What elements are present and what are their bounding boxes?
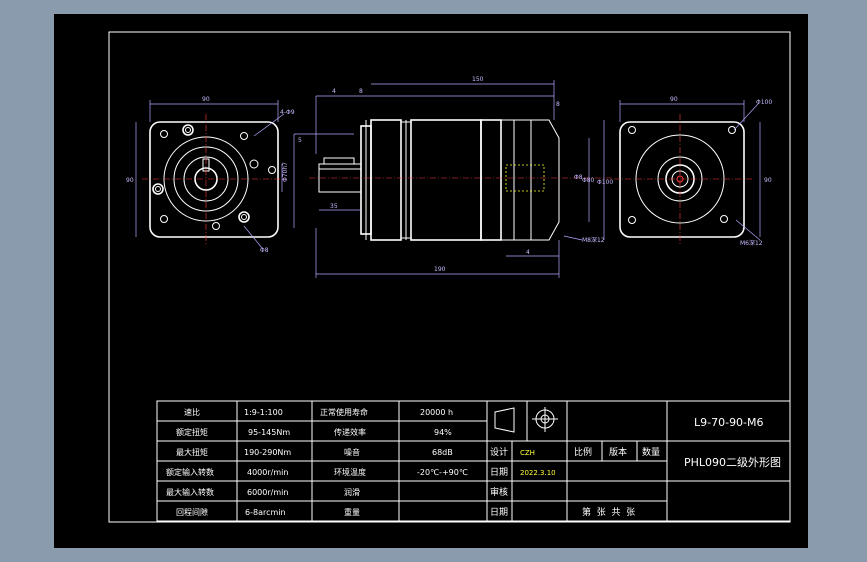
front-height-dim: 90: [126, 177, 134, 184]
spec-label: 回程间隙: [176, 507, 208, 517]
spec-label: 速比: [184, 407, 200, 417]
rear-width-dim: 90: [670, 96, 678, 103]
drawing-sheet: 90 90 4-Φ9 Φ8 4 8 150 8 35 5 Φ70h7 Φ8 Φ8…: [54, 14, 808, 548]
side-key-dim: 5: [298, 137, 302, 144]
side-view: 4 8 150 8 35 5 Φ70h7 Φ8 Φ80 Φ100 190 4 M…: [281, 76, 614, 278]
rear-hole-dim: Φ100: [756, 99, 772, 106]
designer-value: CZH: [520, 449, 535, 457]
date-value: 2022.3.10: [520, 469, 556, 477]
front-width-dim: 90: [202, 96, 210, 103]
side-total-dim: 150: [472, 76, 484, 83]
sheet-text: 第 张 共 张: [582, 506, 635, 518]
spec-label: 润滑: [344, 487, 360, 497]
scale-label: 比例: [574, 446, 592, 458]
spec-value: 1:9-1:100: [244, 408, 283, 417]
side-d7-dim: 4: [526, 249, 530, 256]
side-d3-dim: 8: [556, 101, 560, 108]
spec-value: 6000r/min: [247, 488, 288, 497]
spec-label: 最大扭矩: [176, 447, 208, 457]
side-depth-dim: M8深12: [582, 236, 605, 244]
spec-value: 6-8arcmin: [245, 508, 286, 517]
title-block: L9-70-90-M6 PHL090二级外形图 设计 CZH 比例 版本 数量 …: [486, 400, 791, 522]
front-circle-dim: Φ8: [260, 247, 269, 254]
spec-label: 最大输入转数: [166, 487, 214, 497]
spec-label: 环境温度: [334, 467, 366, 477]
spec-value: 68dB: [432, 448, 453, 457]
side-d5-dim: Φ80: [582, 177, 595, 184]
quantity-label: 数量: [642, 446, 660, 458]
drawing-name: PHL090二级外形图: [684, 456, 781, 469]
spec-value: 20000 h: [420, 408, 453, 417]
side-bore-dim: Φ70h7: [282, 162, 289, 182]
rear-height-dim: 90: [764, 177, 772, 184]
spec-value: 94%: [434, 428, 452, 437]
spec-value: 95-145Nm: [248, 428, 290, 437]
review-label: 审核: [490, 486, 508, 498]
date2-label: 日期: [490, 507, 508, 518]
side-shaft-dim: 35: [330, 203, 338, 210]
front-view: 90 90 4-Φ9 Φ8: [126, 96, 295, 254]
version-label: 版本: [609, 446, 627, 458]
spec-label: 额定输入转数: [166, 467, 214, 477]
rear-view: 90 Φ100 M6深12 90: [614, 96, 772, 247]
spec-value: -20℃-+90℃: [417, 468, 468, 477]
spec-label: 额定扭矩: [176, 427, 208, 437]
rear-depth-dim: M6深12: [740, 239, 763, 247]
spec-value: 4000r/min: [247, 468, 288, 477]
spec-table: 速比 1:9-1:100 正常使用寿命 20000 h 额定扭矩 95-145N…: [156, 400, 488, 522]
spec-label: 传递效率: [334, 427, 366, 437]
engineering-drawing: 90 90 4-Φ9 Φ8 4 8 150 8 35 5 Φ70h7 Φ8 Φ8…: [108, 31, 791, 523]
date-label: 日期: [490, 467, 508, 478]
spec-label: 正常使用寿命: [320, 407, 368, 417]
spec-label: 重量: [344, 507, 360, 517]
spec-label: 噪音: [344, 447, 360, 457]
front-hole-dim: 4-Φ9: [280, 109, 295, 116]
side-d6-dim: Φ100: [597, 179, 613, 186]
side-d2-dim: 8: [359, 88, 363, 95]
spec-value: 190-290Nm: [244, 448, 291, 457]
drawing-number: L9-70-90-M6: [694, 416, 764, 429]
design-label: 设计: [490, 446, 508, 458]
side-d1-dim: 4: [332, 88, 336, 95]
side-bottom-dim: 190: [434, 266, 446, 273]
